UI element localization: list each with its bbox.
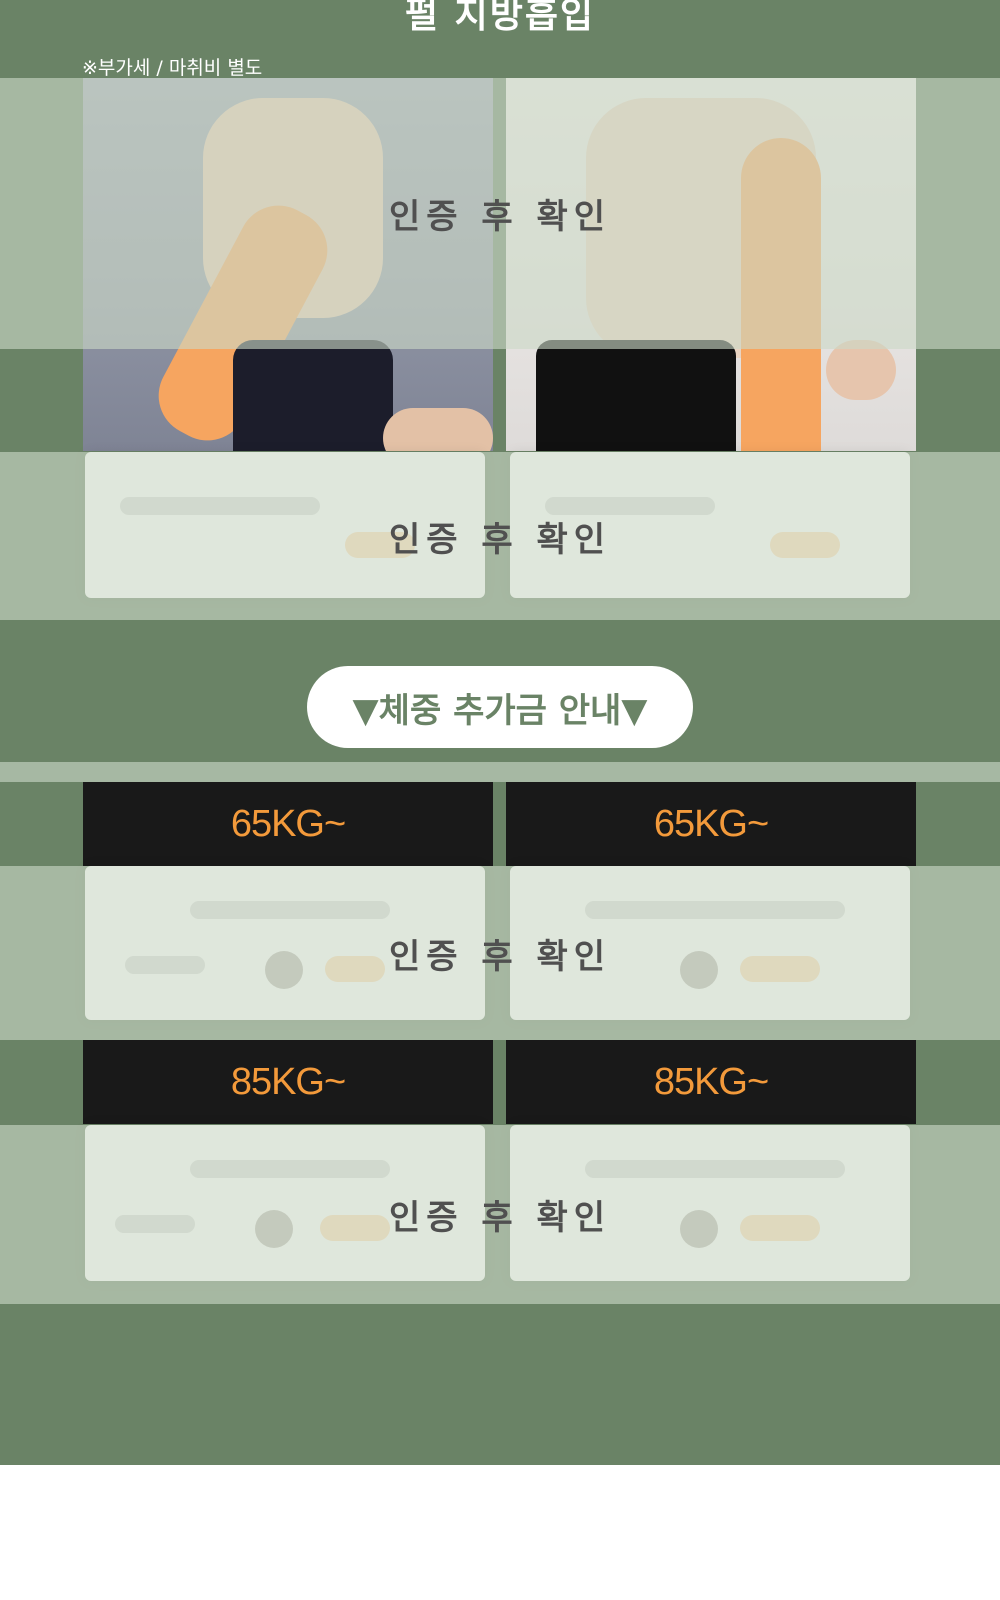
weight-85-auth-overlay[interactable]: 인증 후 확인 (0, 1125, 1000, 1304)
weight-tier-65-left: 65KG~ (83, 782, 493, 866)
page-title: 펄 지방흡입 (404, 0, 596, 36)
auth-required-text: 인증 후 확인 (388, 936, 612, 977)
garment-left (233, 340, 393, 451)
page: 펄 지방흡입 ※부가세 / 마취비 별도 인증 후 확인 인증 후 확인 ▼체중… (0, 0, 1000, 1600)
vat-note: ※부가세 / 마취비 별도 (82, 57, 263, 79)
hand-left (383, 408, 493, 451)
auth-required-text: 인증 후 확인 (388, 519, 612, 560)
weight-surcharge-title: ▼체중 추가금 안내▼ (307, 666, 693, 748)
section-strip (0, 762, 1000, 782)
weight-tier-85-left: 85KG~ (83, 1040, 493, 1124)
hand-right (826, 340, 896, 400)
price-auth-overlay[interactable]: 인증 후 확인 (0, 452, 1000, 620)
photo-auth-overlay[interactable]: 인증 후 확인 (0, 78, 1000, 349)
auth-required-text: 인증 후 확인 (388, 197, 612, 237)
auth-required-text: 인증 후 확인 (388, 1198, 612, 1238)
garment-right (536, 340, 736, 451)
weight-tier-65-right: 65KG~ (506, 782, 916, 866)
page-footer-space (0, 1465, 1000, 1600)
weight-65-auth-overlay[interactable]: 인증 후 확인 (0, 866, 1000, 1040)
weight-tier-85-right: 85KG~ (506, 1040, 916, 1124)
